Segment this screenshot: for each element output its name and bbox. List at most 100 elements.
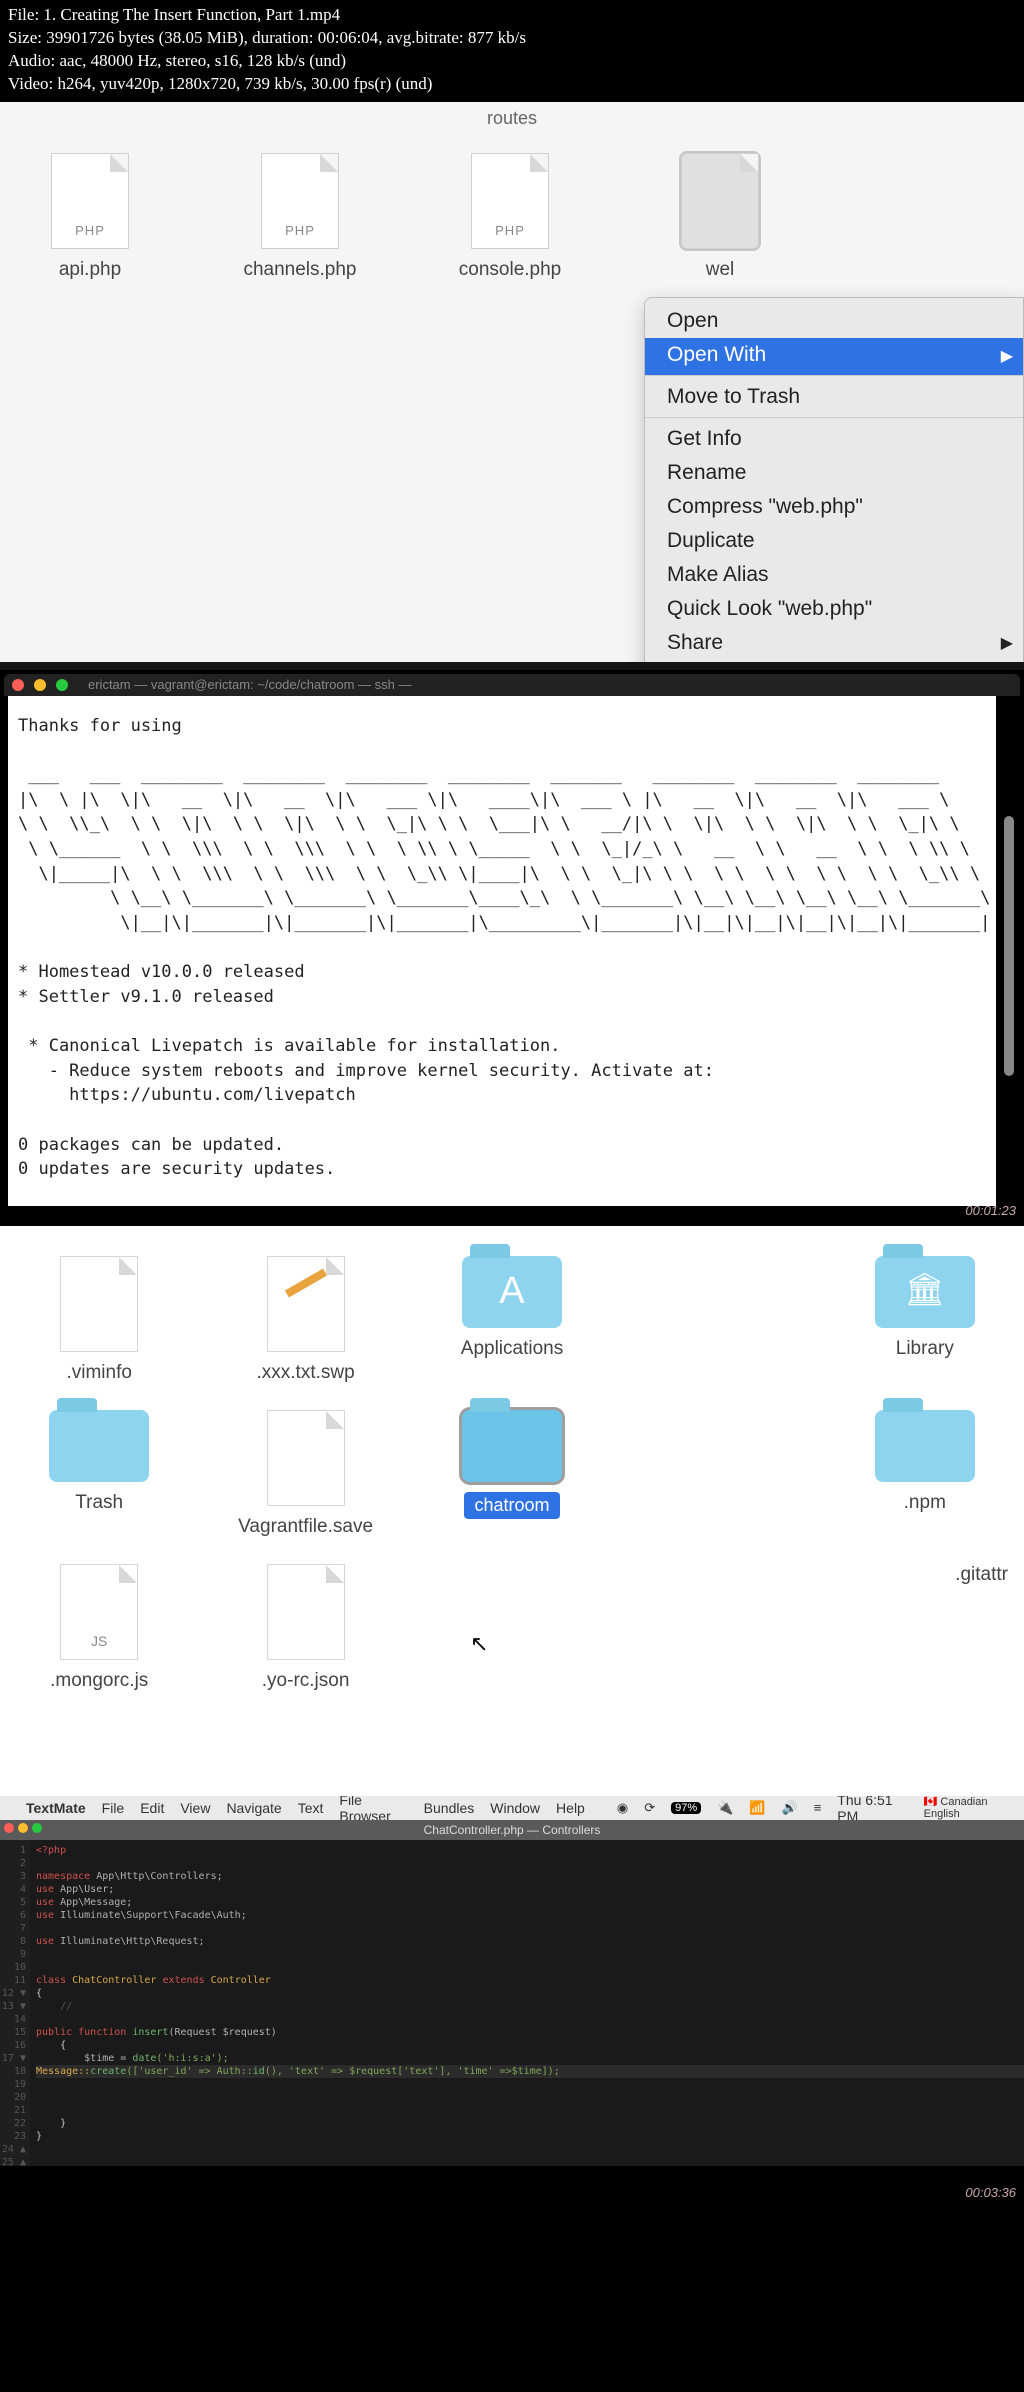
file-console[interactable]: PHP console.php: [450, 153, 570, 281]
file-icon: [60, 1256, 138, 1352]
menu-alias[interactable]: Make Alias: [645, 558, 1023, 592]
item-label: .mongorc.js: [16, 1670, 182, 1692]
php-file-icon: PHP: [51, 153, 129, 249]
menu-share[interactable]: Share▶: [645, 626, 1023, 660]
power-icon[interactable]: 🔌: [717, 1800, 733, 1816]
file-swp[interactable]: .xxx.txt.swp: [222, 1256, 388, 1384]
item-label: chatroom: [464, 1492, 559, 1519]
file-info-line: Video: h264, yuv420p, 1280x720, 739 kb/s…: [8, 73, 1016, 96]
item-label: .npm: [842, 1492, 1008, 1514]
timestamp: 00:01:23: [965, 1203, 1016, 1218]
folder-icon: A: [462, 1256, 562, 1328]
file-web-selected[interactable]: wel: [660, 153, 780, 281]
folder-library[interactable]: 🏛 Library: [842, 1256, 1008, 1384]
chevron-right-icon: ▶: [1001, 633, 1013, 653]
file-icon: [267, 1564, 345, 1660]
finder-home-window: .viminfo .xxx.txt.swp A Applications 🏛 L…: [0, 1226, 1024, 1796]
file-row: PHP api.php PHP channels.php PHP console…: [0, 135, 1024, 299]
folder-icon: 🏛: [875, 1256, 975, 1328]
menu-quickactions[interactable]: Quick Actions▶: [645, 660, 1023, 662]
php-file-icon: PHP: [261, 153, 339, 249]
close-icon[interactable]: [12, 679, 24, 691]
menu-open-with[interactable]: Open With▶: [645, 338, 1023, 376]
folder-icon: [875, 1410, 975, 1482]
folder-chatroom-selected[interactable]: chatroom: [429, 1410, 595, 1538]
battery-percent: 97%: [671, 1802, 701, 1814]
refresh-icon[interactable]: ⟳: [644, 1800, 655, 1816]
file-channels[interactable]: PHP channels.php: [240, 153, 360, 281]
file-label: console.php: [450, 259, 570, 281]
menu-navigate[interactable]: Navigate: [226, 1800, 281, 1816]
input-language[interactable]: 🇨🇦 Canadian English: [924, 1795, 1014, 1820]
applications-icon: A: [499, 1270, 524, 1313]
line-gutter: 123456789101112 ▼13 ▼14151617 ▼181920212…: [0, 1840, 30, 2166]
document-title: ChatController.php — Controllers: [424, 1823, 601, 1837]
timestamp: 00:03:36: [965, 2185, 1016, 2200]
file-info-line: Size: 39901726 bytes (38.05 MiB), durati…: [8, 27, 1016, 50]
cursor-icon: ↖: [470, 1631, 488, 1657]
folder-npm[interactable]: .npm: [842, 1410, 1008, 1538]
file-api[interactable]: PHP api.php: [30, 153, 150, 281]
app-name[interactable]: TextMate: [26, 1800, 86, 1816]
close-icon[interactable]: [4, 1823, 14, 1833]
php-file-icon: [681, 153, 759, 249]
file-vagrant[interactable]: Vagrantfile.save: [222, 1410, 388, 1538]
folder-applications[interactable]: A Applications: [429, 1256, 595, 1384]
menu-edit[interactable]: Edit: [140, 1800, 164, 1816]
code-editor[interactable]: <?php namespace App\Http\Controllers; us…: [30, 1840, 1024, 2166]
context-menu: Open Open With▶ Move to Trash Get Info R…: [644, 297, 1024, 662]
menu-bundles[interactable]: Bundles: [424, 1800, 475, 1816]
item-label: Applications: [429, 1338, 595, 1360]
menu-compress[interactable]: Compress "web.php": [645, 490, 1023, 524]
menu-window[interactable]: Window: [490, 1800, 540, 1816]
php-file-icon: PHP: [471, 153, 549, 249]
file-icon: [267, 1256, 345, 1352]
menu-trash[interactable]: Move to Trash: [645, 380, 1023, 418]
menu-rename[interactable]: Rename: [645, 456, 1023, 490]
menu-open[interactable]: Open: [645, 304, 1023, 338]
chevron-right-icon: ▶: [1001, 346, 1013, 366]
item-label: .viminfo: [16, 1362, 182, 1384]
item-label: .yo-rc.json: [222, 1670, 388, 1692]
file-label: api.php: [30, 259, 150, 281]
menu-view[interactable]: View: [180, 1800, 210, 1816]
library-icon: 🏛: [904, 1270, 945, 1308]
item-label: .xxx.txt.swp: [222, 1362, 388, 1384]
menu-help[interactable]: Help: [556, 1800, 585, 1816]
folder-gitattr[interactable]: .gitattr: [842, 1564, 1008, 1692]
file-mongorc[interactable]: JS .mongorc.js: [16, 1564, 182, 1692]
folder-trash[interactable]: Trash: [16, 1410, 182, 1538]
file-info-line: Audio: aac, 48000 Hz, stereo, s16, 128 k…: [8, 50, 1016, 73]
zoom-icon[interactable]: [32, 1823, 42, 1833]
file-icon: [267, 1410, 345, 1506]
menu-text[interactable]: Text: [298, 1800, 324, 1816]
textmate-footer: 00:03:36: [0, 2166, 1024, 2206]
mac-menubar: TextMate File Edit View Navigate Text Fi…: [0, 1796, 1024, 1820]
item-label: Library: [842, 1338, 1008, 1360]
menu-file[interactable]: File: [102, 1800, 125, 1816]
terminal-window: erictam — vagrant@erictam: ~/code/chatro…: [0, 670, 1024, 1226]
terminal-body[interactable]: Thanks for using ___ ___ ________ ______…: [4, 696, 1020, 1206]
finder-title: routes: [0, 102, 1024, 135]
file-viminfo[interactable]: .viminfo: [16, 1256, 182, 1384]
menu-quicklook[interactable]: Quick Look "web.php": [645, 592, 1023, 626]
terminal-title: erictam — vagrant@erictam: ~/code/chatro…: [88, 677, 412, 692]
menu-getinfo[interactable]: Get Info: [645, 422, 1023, 456]
zoom-icon[interactable]: [56, 679, 68, 691]
volume-icon[interactable]: 🔊: [782, 1800, 798, 1816]
terminal-titlebar: erictam — vagrant@erictam: ~/code/chatro…: [4, 674, 1020, 696]
scrollbar[interactable]: [1004, 816, 1014, 1076]
finder-routes-window: routes PHP api.php PHP channels.php PHP …: [0, 102, 1024, 662]
file-icon: JS: [60, 1564, 138, 1660]
menu-duplicate[interactable]: Duplicate: [645, 524, 1023, 558]
minimize-icon[interactable]: [18, 1823, 28, 1833]
minimize-icon[interactable]: [34, 679, 46, 691]
textmate-window: TextMate File Edit View Navigate Text Fi…: [0, 1796, 1024, 2206]
menu-extra-icon[interactable]: ≡: [814, 1800, 822, 1815]
folder-icon: [49, 1410, 149, 1482]
record-icon[interactable]: ◉: [617, 1800, 628, 1816]
file-yorc[interactable]: .yo-rc.json: [222, 1564, 388, 1692]
folder-icon: [462, 1410, 562, 1482]
wifi-icon[interactable]: 📶: [749, 1800, 765, 1816]
file-info-block: File: 1. Creating The Insert Function, P…: [0, 0, 1024, 102]
